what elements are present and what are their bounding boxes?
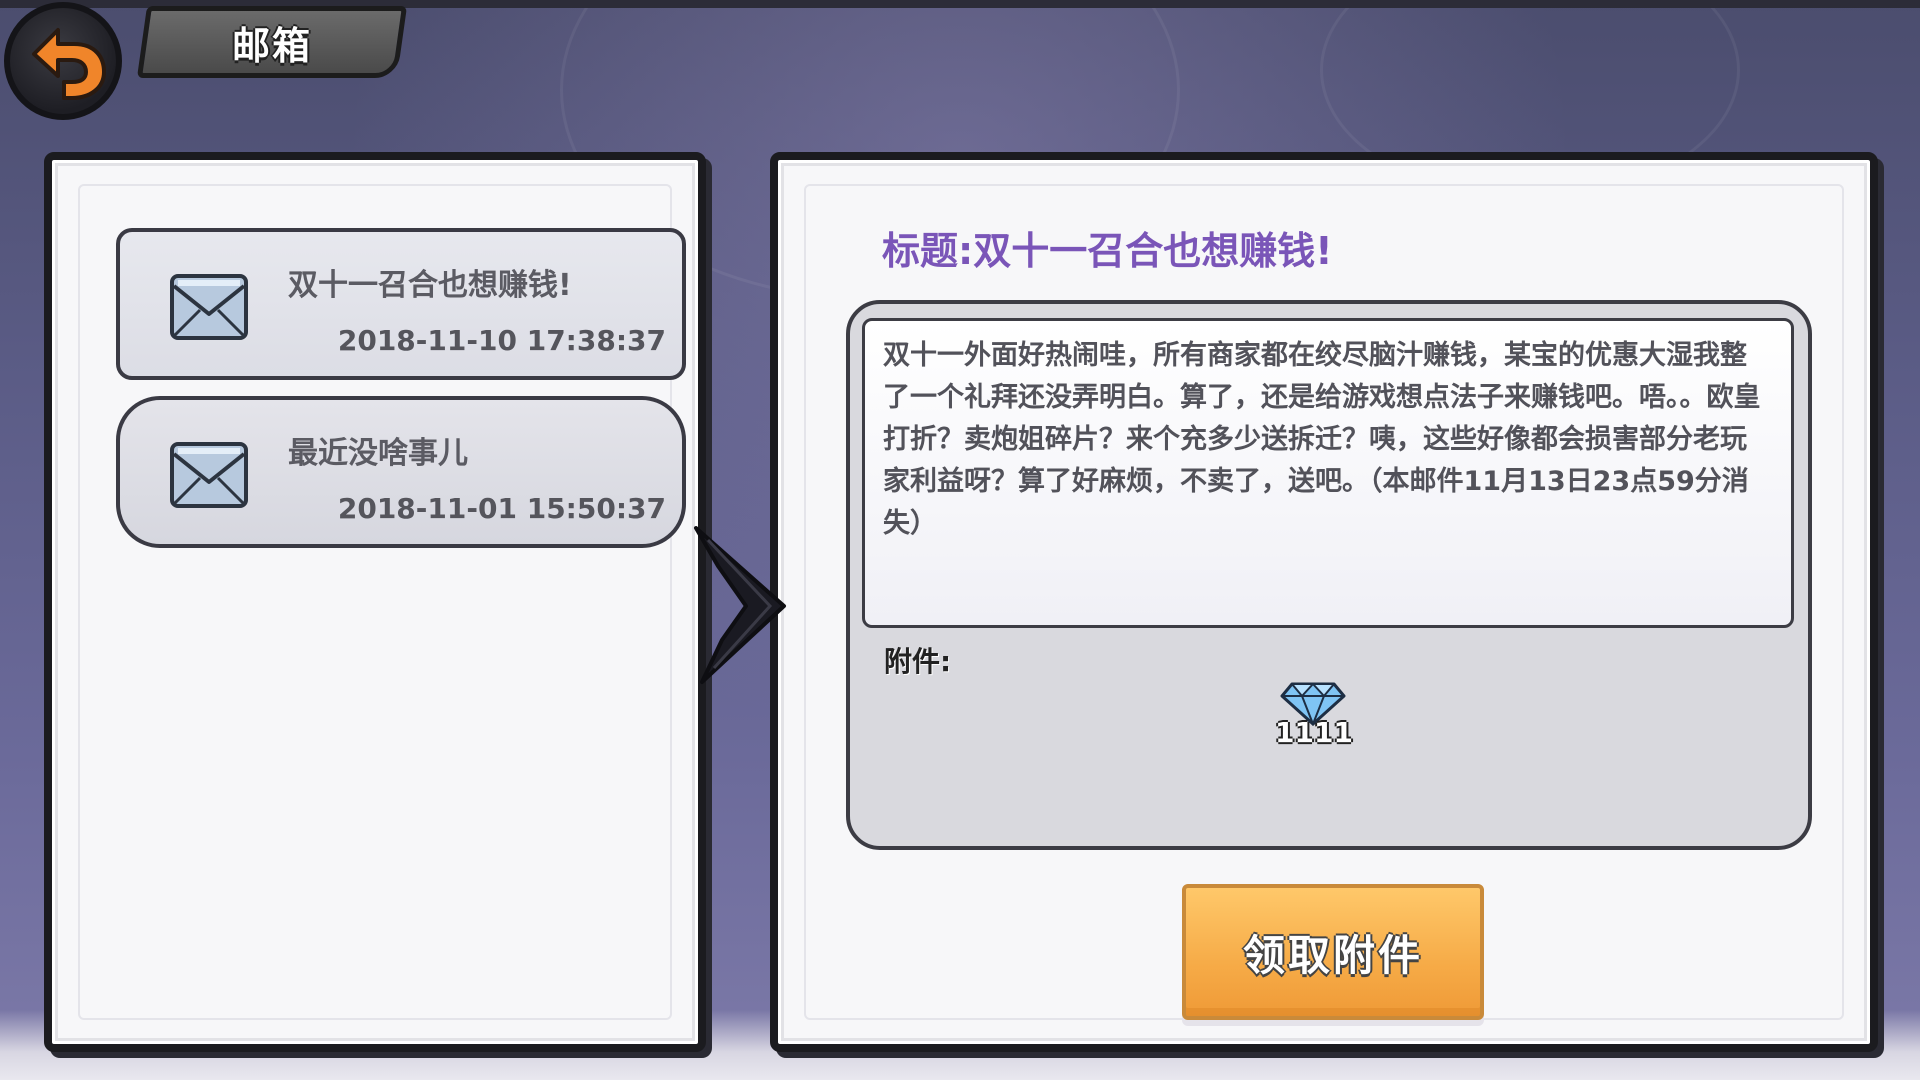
mail-list-item[interactable]: 双十一召合也想赚钱! 2018-11-10 17:38:37 [116, 228, 686, 380]
mail-detail-panel: 标题:双十一召合也想赚钱! 双十一外面好热闹哇，所有商家都在绞尽脑汁赚钱，某宝的… [770, 152, 1878, 1052]
attachment-item[interactable]: 1111 [1272, 680, 1356, 760]
mail-subject: 最近没啥事儿 [288, 436, 468, 471]
envelope-icon [170, 442, 248, 508]
back-arrow-icon [32, 28, 106, 100]
mail-subject: 双十一召合也想赚钱! [288, 268, 572, 303]
chevron-right-icon [694, 526, 786, 684]
mail-list-item[interactable]: 最近没啥事儿 2018-11-01 15:50:37 [116, 396, 686, 548]
mail-date: 2018-11-10 17:38:37 [337, 324, 666, 357]
attachment-label: 附件: [884, 645, 952, 678]
mail-detail-title: 标题:双十一召合也想赚钱! [882, 220, 1333, 275]
attachment-quantity: 1111 [1275, 716, 1353, 749]
mail-list-panel: 双十一召合也想赚钱! 2018-11-10 17:38:37 最近没啥事儿 20… [44, 152, 706, 1052]
claim-attachment-button[interactable]: 领取附件 [1182, 884, 1484, 1020]
claim-button-label: 领取附件 [1242, 930, 1423, 980]
mail-date: 2018-11-01 15:50:37 [337, 492, 666, 525]
back-button[interactable] [4, 2, 122, 120]
page-title: 邮箱 [231, 23, 312, 68]
mail-body: 双十一外面好热闹哇，所有商家都在绞尽脑汁赚钱，某宝的优惠大湿我整了一个礼拜还没弄… [862, 318, 1794, 628]
mail-title-text: 双十一召合也想赚钱! [973, 229, 1333, 273]
mail-title-prefix: 标题: [882, 229, 974, 273]
envelope-icon [170, 274, 248, 340]
